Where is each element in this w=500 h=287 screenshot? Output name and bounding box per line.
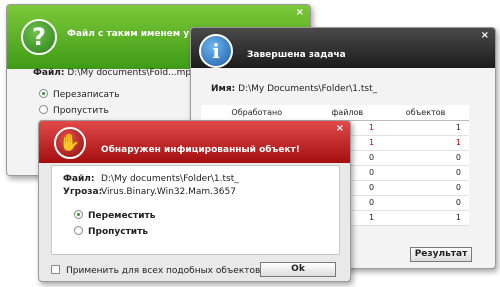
- option-label: Пропустить: [53, 106, 109, 116]
- table-cell: 0: [382, 165, 469, 181]
- name-label: Имя:: [211, 84, 236, 94]
- file-label: Файл:: [63, 174, 95, 184]
- table-cell: 1: [382, 210, 469, 226]
- table-cell: 0: [382, 150, 469, 166]
- close-icon[interactable]: ×: [481, 31, 489, 41]
- result-button[interactable]: Результат: [410, 247, 472, 262]
- file-row: Файл: D:\My documents\Fold...mpl: [33, 68, 194, 78]
- radio-button-selected[interactable]: [74, 210, 83, 219]
- radio-button-selected[interactable]: [39, 89, 48, 98]
- dialog-title: Завершена задача: [247, 50, 346, 60]
- file-label: Файл:: [33, 68, 65, 78]
- dialog-titlebar: ✋ Обнаружен инфицированный объект! ×: [39, 121, 350, 163]
- table-cell: 0: [382, 180, 469, 196]
- apply-all-row[interactable]: Применить для всех подобных объектов: [51, 265, 260, 276]
- dialog-title: Файл с таким именем у: [67, 29, 190, 39]
- column-header: Обработано: [201, 105, 313, 121]
- table-cell: 1: [382, 135, 469, 151]
- option-move[interactable]: Переместить: [74, 210, 155, 221]
- apply-all-checkbox[interactable]: [51, 265, 60, 274]
- option-label: Пропустить: [88, 227, 149, 237]
- ok-button[interactable]: Ok: [260, 262, 336, 277]
- name-row: Имя: D:\My Documents\Folder\1.tst_: [211, 84, 377, 94]
- file-value: D:\My documents\Folder\1.tst_: [101, 174, 239, 184]
- option-skip[interactable]: Пропустить: [39, 105, 109, 116]
- name-value: D:\My Documents\Folder\1.tst_: [238, 84, 378, 94]
- file-row: Файл: D:\My documents\Folder\1.tst_: [63, 174, 239, 184]
- dialog-titlebar: i Завершена задача ×: [191, 28, 495, 68]
- table-cell: 1: [382, 120, 469, 136]
- option-label: Перезаписать: [53, 90, 120, 100]
- threat-row: Угроза:Virus.Binary.Win32.Mam.3657: [63, 187, 236, 197]
- file-value: D:\My documents\Fold...mpl: [67, 68, 194, 78]
- close-icon[interactable]: ×: [336, 124, 344, 134]
- info-icon: i: [199, 34, 233, 68]
- apply-all-label: Применить для всех подобных объектов: [66, 266, 261, 276]
- close-icon[interactable]: ×: [296, 8, 304, 18]
- hand-icon: ✋: [54, 127, 86, 159]
- option-label: Переместить: [88, 211, 156, 221]
- infected-object-dialog: ✋ Обнаружен инфицированный объект! × Фай…: [38, 120, 351, 282]
- option-skip[interactable]: Пропустить: [74, 226, 148, 237]
- threat-value: Virus.Binary.Win32.Mam.3657: [101, 187, 236, 197]
- column-header: файлов: [312, 105, 383, 121]
- radio-button[interactable]: [74, 226, 83, 235]
- column-header: объектов: [382, 105, 469, 121]
- table-header-row: Обработано файлов объектов: [201, 105, 469, 121]
- option-overwrite[interactable]: Перезаписать: [39, 89, 120, 100]
- dialog-title: Обнаружен инфицированный объект!: [101, 145, 300, 155]
- radio-button[interactable]: [39, 105, 48, 114]
- question-icon: ?: [21, 19, 57, 55]
- threat-label: Угроза:: [63, 187, 103, 197]
- table-cell: 0: [382, 195, 469, 211]
- details-panel: Файл: D:\My documents\Folder\1.tst_ Угроз…: [51, 165, 340, 255]
